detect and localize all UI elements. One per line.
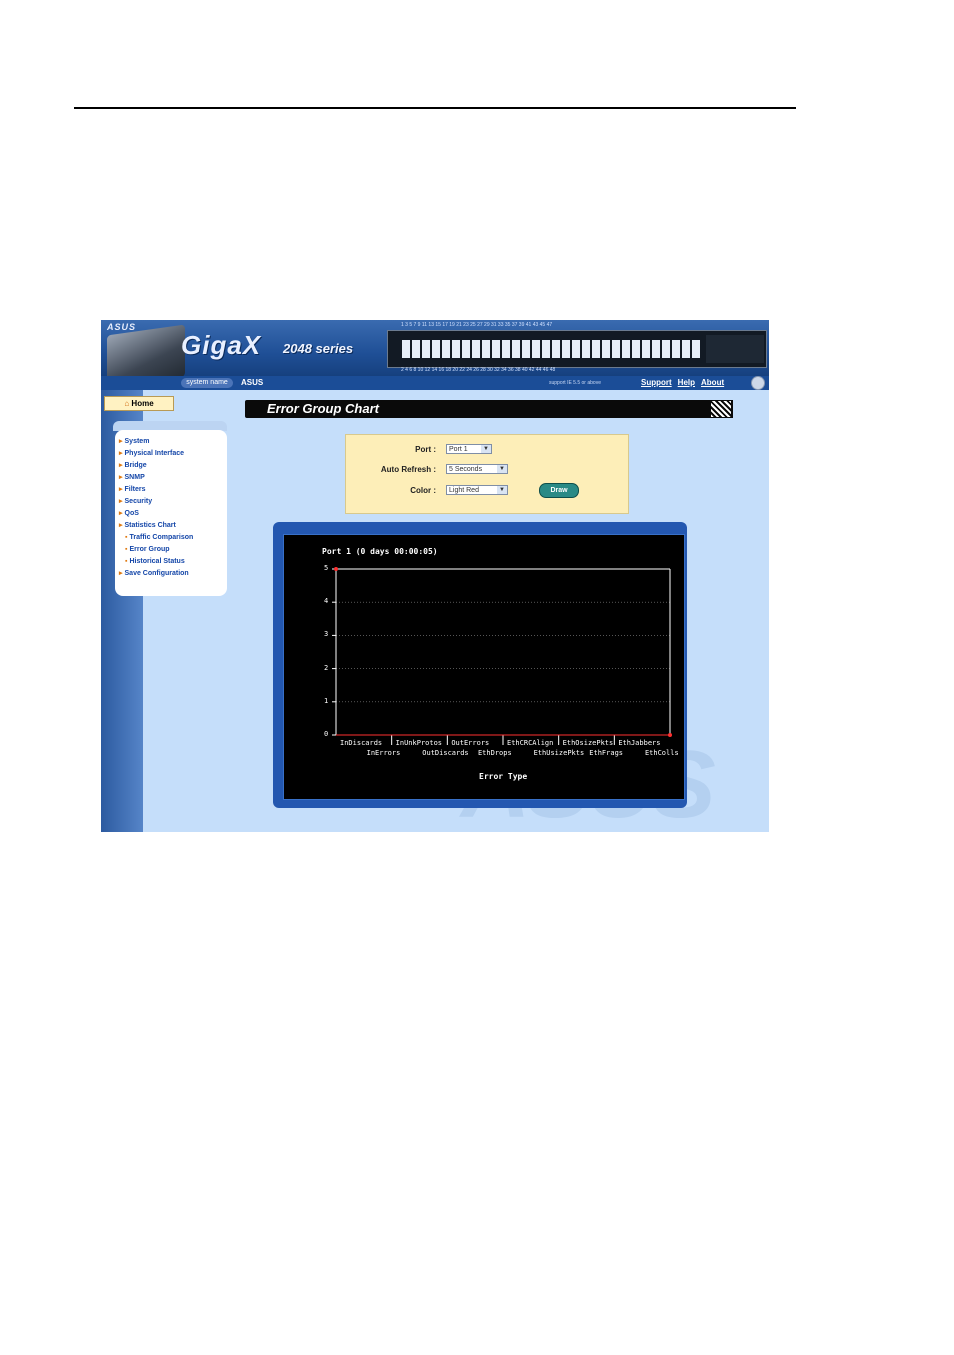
sidebar-item-error-group[interactable]: ▪ Error Group [119,544,193,556]
x-tick-label: OutDiscards [422,749,469,757]
y-tick-label: 5 [324,564,329,572]
sidebar-item-label: SNMP [124,474,145,481]
chart-frame: Port 1 (0 days 00:00:05) Error Type 0123… [273,522,687,808]
asus-logo: ASUS [107,322,137,332]
sidebar-item-label: Physical Interface [124,450,185,457]
sidebar-item-label: Security [124,498,153,505]
chevron-down-icon: ▼ [481,445,491,453]
logout-icon[interactable] [751,376,765,390]
bullet-icon: ▸ [119,570,123,577]
bullet-icon: ▸ [119,462,123,469]
sidebar-item-save-configuration[interactable]: ▸ Save Configuration [119,568,193,580]
sidebar-item-label: Historical Status [129,558,185,565]
port-select[interactable]: Port 1 ▼ [446,444,492,454]
sidebar-item-system[interactable]: ▸ System [119,436,193,448]
browser-support-note: support IE 5.5 or above [549,380,601,386]
x-tick-label: EthJabbers [618,739,661,747]
sidebar-item-label: System [124,438,150,445]
sidebar-item-snmp[interactable]: ▸ SNMP [119,472,193,484]
color-select-value: Light Red [449,487,479,494]
refresh-select-value: 5 Seconds [449,466,483,473]
draw-button[interactable]: Draw [539,483,579,498]
nav-menu: ▸ System ▸ Physical Interface ▸ Bridge ▸ SNMP ▸ F… [119,436,193,580]
bullet-icon: ▸ [119,498,123,505]
about-link[interactable]: About [701,378,724,387]
uplink-ports [706,335,764,363]
sidebar-item-statistics-chart[interactable]: ▸ Statistics Chart [119,520,193,532]
support-link[interactable]: Support [641,378,672,387]
home-label: Home [131,399,154,408]
bullet-icon: ▸ [119,474,123,481]
x-tick-label: InUnkProtos [395,739,443,747]
y-tick-label: 0 [324,730,329,738]
chart-options-form: Port : Port 1 ▼ Auto Refresh : 5 Seconds ▼… [345,434,629,514]
color-select[interactable]: Light Red ▼ [446,485,508,495]
x-tick-label: EthUsizePkts [533,749,585,757]
port-label: Port : [415,445,436,454]
help-link[interactable]: Help [678,378,695,387]
color-label: Color : [410,486,436,495]
series-marker [334,567,338,571]
sidebar-item-bridge[interactable]: ▸ Bridge [119,460,193,472]
system-name-label: system name [181,378,233,388]
bullet-icon: ▸ [119,510,123,517]
sidebar-item-label: Filters [124,486,146,493]
y-tick-label: 3 [324,630,329,639]
bullet-icon: ▪ [125,534,128,541]
sidebar-item-label: Save Configuration [124,570,189,577]
chevron-down-icon: ▼ [497,486,507,494]
x-tick-label: EthOsizePkts [562,739,614,747]
brand-name: GigaX [181,330,262,360]
sidebar-item-label: Bridge [124,462,147,469]
page-title: Error Group Chart [267,401,379,416]
error-group-chart: Port 1 (0 days 00:00:05) Error Type 0123… [283,534,685,800]
bullet-icon: ▸ [119,486,123,493]
page-title-bar: Error Group Chart [245,400,733,418]
page-rule [74,107,796,109]
sidebar-item-label: QoS [124,510,139,517]
x-tick-label: EthCRCAlign [507,739,554,747]
x-tick-label: EthColls [644,749,679,757]
brand-series: 2048 series [283,341,354,356]
top-links: Support Help About [641,377,730,388]
sidebar-item-traffic-comparison[interactable]: ▪ Traffic Comparison [119,532,193,544]
home-button[interactable]: ⌂ Home [104,396,174,411]
app-window: ASUS GigaX 2048 series 1 3 5 7 9 11 13 1… [101,320,769,832]
front-panel [387,330,767,368]
refresh-label: Auto Refresh : [380,465,436,474]
port-numbers-bottom: 2 4 6 8 10 12 14 16 18 20 22 24 26 28 30… [401,367,556,373]
chevron-down-icon: ▼ [497,465,507,473]
x-axis-title: Error Type [479,772,528,781]
x-tick-label: InErrors [366,749,401,757]
bullet-icon: ▸ [119,450,123,457]
y-tick-label: 1 [324,696,329,705]
system-name-value: ASUS [241,378,264,387]
bullet-icon: ▸ [119,522,123,529]
bullet-icon: ▸ [119,438,123,445]
sidebar-item-label: Statistics Chart [124,522,176,529]
sidebar-item-security[interactable]: ▸ Security [119,496,193,508]
series-marker [668,733,672,737]
sidebar-item-qos[interactable]: ▸ QoS [119,508,193,520]
sidebar-item-historical-status[interactable]: ▪ Historical Status [119,556,193,568]
port-select-value: Port 1 [449,446,468,453]
sidebar-item-filters[interactable]: ▸ Filters [119,484,193,496]
port-leds [402,340,702,358]
title-decoration [711,401,731,417]
sidebar-item-label: Traffic Comparison [129,534,194,541]
bullet-icon: ▪ [125,546,128,553]
sidebar-item-label: Error Group [129,546,170,553]
x-tick-label: EthFrags [589,749,623,757]
refresh-select[interactable]: 5 Seconds ▼ [446,464,508,474]
sidebar-item-physical-interface[interactable]: ▸ Physical Interface [119,448,193,460]
house-icon: ⌂ [124,399,130,408]
x-tick-label: InDiscards [340,739,383,747]
y-tick-label: 2 [324,663,329,672]
x-tick-label: OutErrors [451,739,490,747]
x-tick-label: EthDrops [477,749,512,757]
bullet-icon: ▪ [125,558,128,565]
y-tick-label: 4 [324,597,329,606]
chart-plot [332,567,672,745]
port-numbers-top: 1 3 5 7 9 11 13 15 17 19 21 23 25 27 29 … [401,322,553,328]
